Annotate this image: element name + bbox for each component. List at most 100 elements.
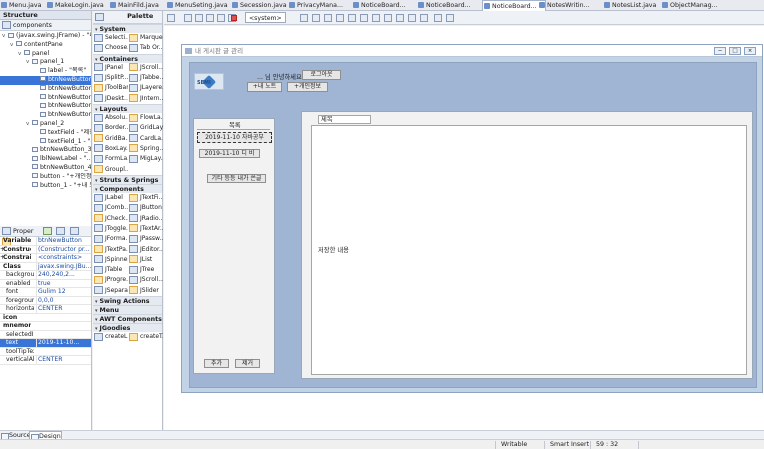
- palette-item[interactable]: GridBa...: [93, 134, 128, 144]
- palette-item[interactable]: JButton: [128, 203, 163, 213]
- property-row[interactable]: mnemon...: [0, 322, 91, 331]
- same-width-icon[interactable]: [384, 14, 392, 22]
- align-left-icon[interactable]: [300, 14, 308, 22]
- property-row[interactable]: icon: [0, 314, 91, 322]
- property-row[interactable]: Variable btnNewButton: [0, 237, 91, 246]
- align-bottom-icon[interactable]: [360, 14, 368, 22]
- align-right-icon[interactable]: [324, 14, 332, 22]
- category-toggle-icon[interactable]: ▾: [95, 107, 98, 113]
- palette-item[interactable]: JSepara...: [93, 286, 128, 296]
- palette-category[interactable]: ▾ Menu: [93, 305, 162, 315]
- palette-item[interactable]: JEditor...: [128, 245, 163, 255]
- editor-tab[interactable]: NoticeBoard...: [352, 0, 406, 11]
- tree-node[interactable]: button - "+개인정보: [0, 173, 91, 182]
- editor-tab[interactable]: MakeLogin.java: [46, 0, 104, 11]
- center-vertical-icon[interactable]: [420, 14, 428, 22]
- palette-category[interactable]: ▾ Components: [93, 183, 162, 194]
- tree-node[interactable]: textField_1 - "제: [0, 138, 91, 147]
- distribute-icon[interactable]: [372, 14, 380, 22]
- editor-tab[interactable]: ObjectManag...: [661, 0, 718, 11]
- tree-node[interactable]: v panel_2: [0, 120, 91, 129]
- maximize-icon[interactable]: □: [729, 47, 741, 55]
- preview-icon[interactable]: [184, 14, 192, 22]
- palette-item[interactable]: MigLay...: [128, 154, 163, 164]
- palette-category[interactable]: ▾ System: [93, 24, 162, 34]
- palette-item[interactable]: JTable: [93, 265, 128, 275]
- minimize-icon[interactable]: −: [714, 47, 726, 55]
- palette-item[interactable]: JLabel: [93, 193, 128, 203]
- delete-icon[interactable]: [231, 15, 237, 21]
- palette-item[interactable]: Spring...: [128, 144, 163, 154]
- palette-item[interactable]: JToolBar: [93, 83, 128, 93]
- palette-item[interactable]: JIntern...: [128, 94, 163, 104]
- palette-item[interactable]: Marquee: [128, 33, 163, 43]
- palette-item[interactable]: Groupl...: [93, 165, 128, 175]
- redo-icon[interactable]: [206, 14, 214, 22]
- center-horizontal-icon[interactable]: [408, 14, 416, 22]
- editor-tab[interactable]: PrivacyMana...: [288, 0, 343, 11]
- tree-node[interactable]: textField - "제정: [0, 129, 91, 138]
- content-panel[interactable]: 제목 저장한 내용: [301, 111, 753, 379]
- palette-item[interactable]: Absolu...: [93, 113, 128, 123]
- palette-item[interactable]: JScroll...: [128, 63, 163, 73]
- palette-item[interactable]: JDeskt...: [93, 94, 128, 104]
- close-icon[interactable]: ×: [744, 47, 756, 55]
- goto-definition-icon[interactable]: [69, 227, 79, 235]
- palette-item[interactable]: Choose...: [93, 43, 128, 53]
- category-toggle-icon[interactable]: ▾: [95, 326, 98, 332]
- category-toggle-icon[interactable]: ▾: [95, 187, 98, 193]
- property-row[interactable]: toolTipText: [0, 348, 91, 356]
- property-row[interactable]: selectedI...: [0, 331, 91, 339]
- palette-category[interactable]: ▾ AWT Components: [93, 314, 162, 324]
- palette-item[interactable]: JSpinner: [93, 255, 128, 265]
- palette-category[interactable]: ▾ Swing Actions: [93, 296, 162, 306]
- content-textarea[interactable]: 저장한 내용: [311, 125, 747, 375]
- tree-node[interactable]: v contentPane: [0, 41, 91, 50]
- align-center-icon[interactable]: [312, 14, 320, 22]
- grid-icon[interactable]: [434, 14, 442, 22]
- undo-icon[interactable]: [195, 14, 203, 22]
- editor-tab[interactable]: NotesWritin...: [538, 0, 590, 11]
- property-row[interactable]: text 2019-11-10...: [0, 339, 91, 348]
- remove-button[interactable]: 제거: [235, 359, 260, 368]
- list-item-button[interactable]: 2019-11-10 디 비: [199, 149, 260, 158]
- property-value[interactable]: 240,240,2...: [36, 271, 91, 279]
- my-notes-button[interactable]: +내 노트: [247, 82, 282, 92]
- tree-node[interactable]: btnNewButton_3 -: [0, 146, 91, 155]
- palette-item[interactable]: JTextAr...: [128, 224, 163, 234]
- editor-tab[interactable]: NotesList.java: [603, 0, 656, 11]
- palette-item[interactable]: JCheck...: [93, 214, 128, 224]
- tree-node[interactable]: btnNewButton_4 -: [0, 164, 91, 173]
- property-value[interactable]: btnNewButton: [36, 237, 91, 245]
- palette-category[interactable]: ▾ JGoodies: [93, 323, 162, 333]
- property-row[interactable]: verticalAl...CENTER: [0, 356, 91, 365]
- palette-item[interactable]: createT...: [128, 332, 163, 342]
- property-row[interactable]: enabled true: [0, 279, 91, 288]
- add-button[interactable]: 추가: [204, 359, 229, 368]
- tree-node[interactable]: btnNewButton -: [0, 75, 91, 85]
- tree-node[interactable]: button_1 - "+내 노: [0, 182, 91, 191]
- property-value[interactable]: CENTER: [36, 305, 91, 313]
- tree-node[interactable]: btnNewButton_2: [0, 94, 91, 103]
- palette-item[interactable]: JScroll...: [128, 275, 163, 285]
- property-value[interactable]: CENTER: [36, 356, 91, 364]
- show-advanced-icon[interactable]: [56, 227, 66, 235]
- palette-item[interactable]: JList: [128, 255, 163, 265]
- palette-item[interactable]: Selecti...: [93, 33, 128, 43]
- test-gui-icon[interactable]: [167, 14, 175, 22]
- palette-category[interactable]: ▾ Layouts: [93, 103, 162, 114]
- palette-item[interactable]: JSplitP...: [93, 73, 128, 83]
- palette-category[interactable]: ▾ Containers: [93, 53, 162, 63]
- property-row[interactable]: +Constrai...<constraints>: [0, 254, 91, 263]
- property-row[interactable]: +Construc...(Constructor pr...: [0, 245, 91, 254]
- editor-tab[interactable]: MenuSeting.java: [166, 0, 228, 11]
- palette-item[interactable]: JLayere...: [128, 83, 163, 93]
- editor-tab[interactable]: Menu.java: [0, 0, 41, 11]
- list-panel[interactable]: 목록 2019-11-10 자바공부 2019-11-10 디 비 기타 등등 …: [193, 118, 275, 374]
- property-value[interactable]: 0,0,0: [36, 296, 91, 305]
- palette-item[interactable]: createL...: [93, 332, 128, 342]
- tree-node[interactable]: lblNewLabel - "...: [0, 155, 91, 164]
- list-item-button-selected[interactable]: 2019-11-10 자바공부: [197, 132, 272, 143]
- content-pane[interactable]: SEMI ... 님 안녕하세요 로그아웃 +내 노트 +개인정보 목록 201…: [189, 62, 757, 388]
- property-value[interactable]: (Constructor pr...: [36, 245, 91, 254]
